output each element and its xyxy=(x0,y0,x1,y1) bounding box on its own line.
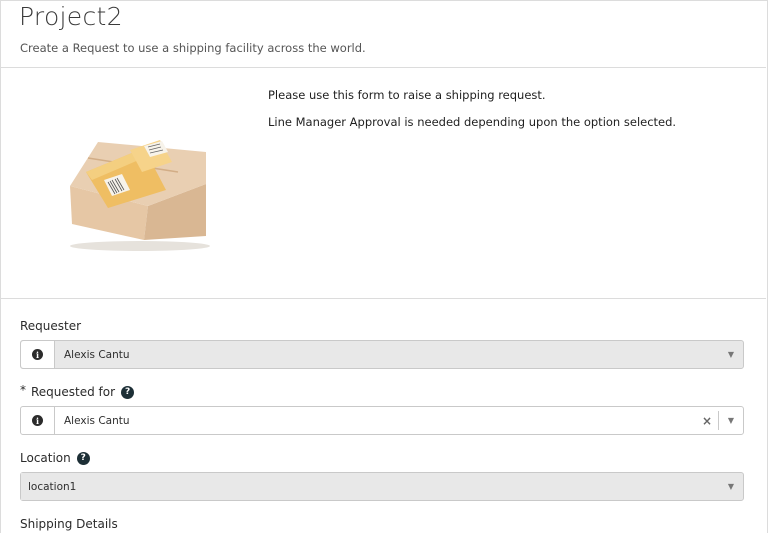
requester-field[interactable]: i Alexis Cantu ▼ xyxy=(20,340,744,369)
intro-line-1: Please use this form to raise a shipping… xyxy=(268,88,546,102)
page-title: Project2 xyxy=(19,2,123,31)
clear-icon[interactable]: × xyxy=(696,407,718,434)
requested-for-value: Alexis Cantu xyxy=(64,414,130,427)
location-label-text: Location xyxy=(20,451,71,465)
info-icon: i xyxy=(32,349,43,360)
chevron-down-icon[interactable]: ▼ xyxy=(719,341,743,368)
chevron-down-icon[interactable]: ▼ xyxy=(719,473,743,500)
requested-for-label-text: Requested for xyxy=(31,385,116,399)
requested-for-field[interactable]: i Alexis Cantu × ▼ xyxy=(20,406,744,435)
requested-for-label: * Requested for ? xyxy=(20,383,135,399)
location-label: Location ? xyxy=(20,451,90,465)
requester-label-text: Requester xyxy=(20,319,82,333)
requester-label: Requester xyxy=(20,319,81,333)
page-subtitle: Create a Request to use a shipping facil… xyxy=(20,41,366,55)
question-circle-icon[interactable]: ? xyxy=(76,451,90,465)
info-icon: i xyxy=(32,415,43,426)
location-field[interactable]: location1 ▼ xyxy=(20,472,744,501)
page-frame xyxy=(0,0,768,533)
required-mark: * xyxy=(20,383,26,397)
chevron-down-icon[interactable]: ▼ xyxy=(719,407,743,434)
location-value: location1 xyxy=(21,473,719,500)
section-divider xyxy=(1,298,766,299)
shipping-details-label: Shipping Details xyxy=(20,517,118,531)
intro-line-2: Line Manager Approval is needed dependin… xyxy=(268,115,677,129)
requested-for-info-addon[interactable]: i xyxy=(21,407,55,434)
header-divider xyxy=(1,67,766,68)
requester-value: Alexis Cantu xyxy=(55,341,719,368)
shipping-box-image xyxy=(60,128,220,258)
question-circle-icon[interactable]: ? xyxy=(121,385,135,399)
requester-info-addon[interactable]: i xyxy=(21,341,55,368)
